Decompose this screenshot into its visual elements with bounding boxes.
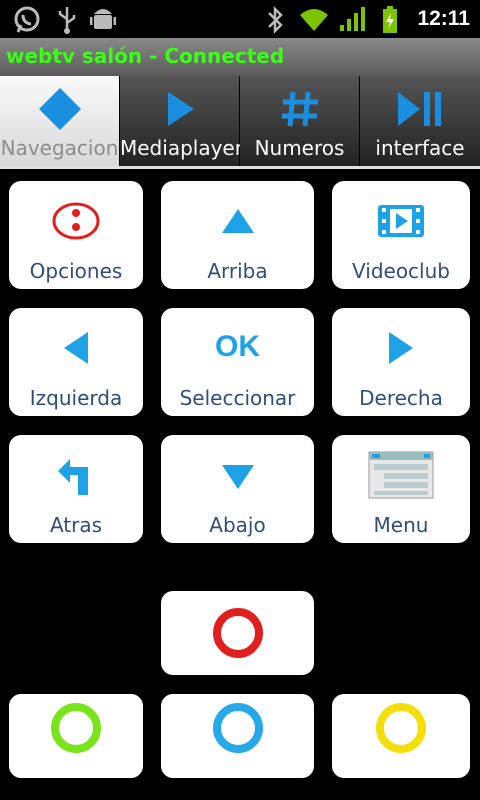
diamond-icon bbox=[38, 88, 81, 130]
play-icon bbox=[167, 92, 194, 126]
arrow-down-icon bbox=[221, 465, 254, 489]
tab-label: Navegacion bbox=[0, 136, 119, 160]
abajo-label: Abajo bbox=[209, 513, 266, 537]
derecha-label: Derecha bbox=[359, 386, 443, 410]
seleccionar-button[interactable]: OK Seleccionar bbox=[161, 308, 314, 416]
menu-label: Menu bbox=[373, 513, 429, 537]
title-bar: webtv salón - Connected bbox=[0, 38, 480, 76]
back-arrow-icon bbox=[58, 459, 88, 495]
menu-button[interactable]: Menu bbox=[332, 435, 470, 543]
yellow-ring-icon bbox=[376, 703, 426, 753]
izquierda-label: Izquierda bbox=[29, 386, 123, 410]
opciones-label: Opciones bbox=[29, 259, 123, 283]
film-icon bbox=[378, 205, 424, 237]
tab-label: interface bbox=[375, 136, 465, 160]
atras-label: Atras bbox=[49, 513, 103, 537]
arrow-up-icon bbox=[221, 209, 254, 233]
android-debug-icon bbox=[90, 9, 116, 29]
green-button[interactable] bbox=[9, 694, 143, 778]
options-icon bbox=[52, 202, 100, 240]
videoclub-label: Videoclub bbox=[352, 259, 450, 283]
battery-charging-icon bbox=[383, 6, 397, 33]
signal-icon bbox=[340, 7, 365, 31]
atras-button[interactable]: Atras bbox=[9, 435, 143, 543]
bluetooth-icon bbox=[268, 5, 283, 35]
arriba-label: Arriba bbox=[207, 259, 268, 283]
usb-icon bbox=[58, 7, 76, 34]
tab-underline bbox=[0, 166, 480, 169]
wifi-icon bbox=[300, 9, 328, 31]
arrow-left-icon bbox=[64, 332, 88, 364]
tab-label: Mediaplayer bbox=[120, 136, 243, 160]
derecha-button[interactable]: Derecha bbox=[332, 308, 470, 416]
tab-navegacion[interactable]: Navegacion bbox=[0, 76, 120, 166]
connection-title: webtv salón - Connected bbox=[6, 44, 285, 68]
tab-numeros[interactable]: Numeros bbox=[240, 76, 360, 166]
hash-icon bbox=[281, 91, 318, 127]
yellow-button[interactable] bbox=[332, 694, 470, 778]
tab-label: Numeros bbox=[254, 136, 345, 160]
red-button[interactable] bbox=[161, 591, 314, 675]
clock: 12:11 bbox=[417, 7, 470, 30]
videoclub-button[interactable]: Videoclub bbox=[332, 181, 470, 289]
opciones-button[interactable]: Opciones bbox=[9, 181, 143, 289]
tab-bar: Navegacion Mediaplayer Numeros interface bbox=[0, 76, 480, 169]
arriba-button[interactable]: Arriba bbox=[161, 181, 314, 289]
ok-icon: OK bbox=[215, 330, 260, 363]
tab-mediaplayer[interactable]: Mediaplayer bbox=[120, 76, 243, 166]
tab-interface[interactable]: interface bbox=[360, 76, 480, 166]
menu-window-icon bbox=[368, 451, 434, 499]
red-ring-icon bbox=[212, 608, 263, 658]
blue-button[interactable] bbox=[161, 694, 314, 778]
status-bar: 12:11 bbox=[0, 0, 480, 38]
seleccionar-label: Seleccionar bbox=[179, 386, 296, 410]
abajo-button[interactable]: Abajo bbox=[161, 435, 314, 543]
green-ring-icon bbox=[51, 703, 101, 753]
play-pause-icon bbox=[398, 92, 441, 126]
arrow-right-icon bbox=[389, 332, 413, 364]
izquierda-button[interactable]: Izquierda bbox=[9, 308, 143, 416]
blue-ring-icon bbox=[212, 703, 263, 753]
whatsapp-icon bbox=[14, 6, 40, 33]
